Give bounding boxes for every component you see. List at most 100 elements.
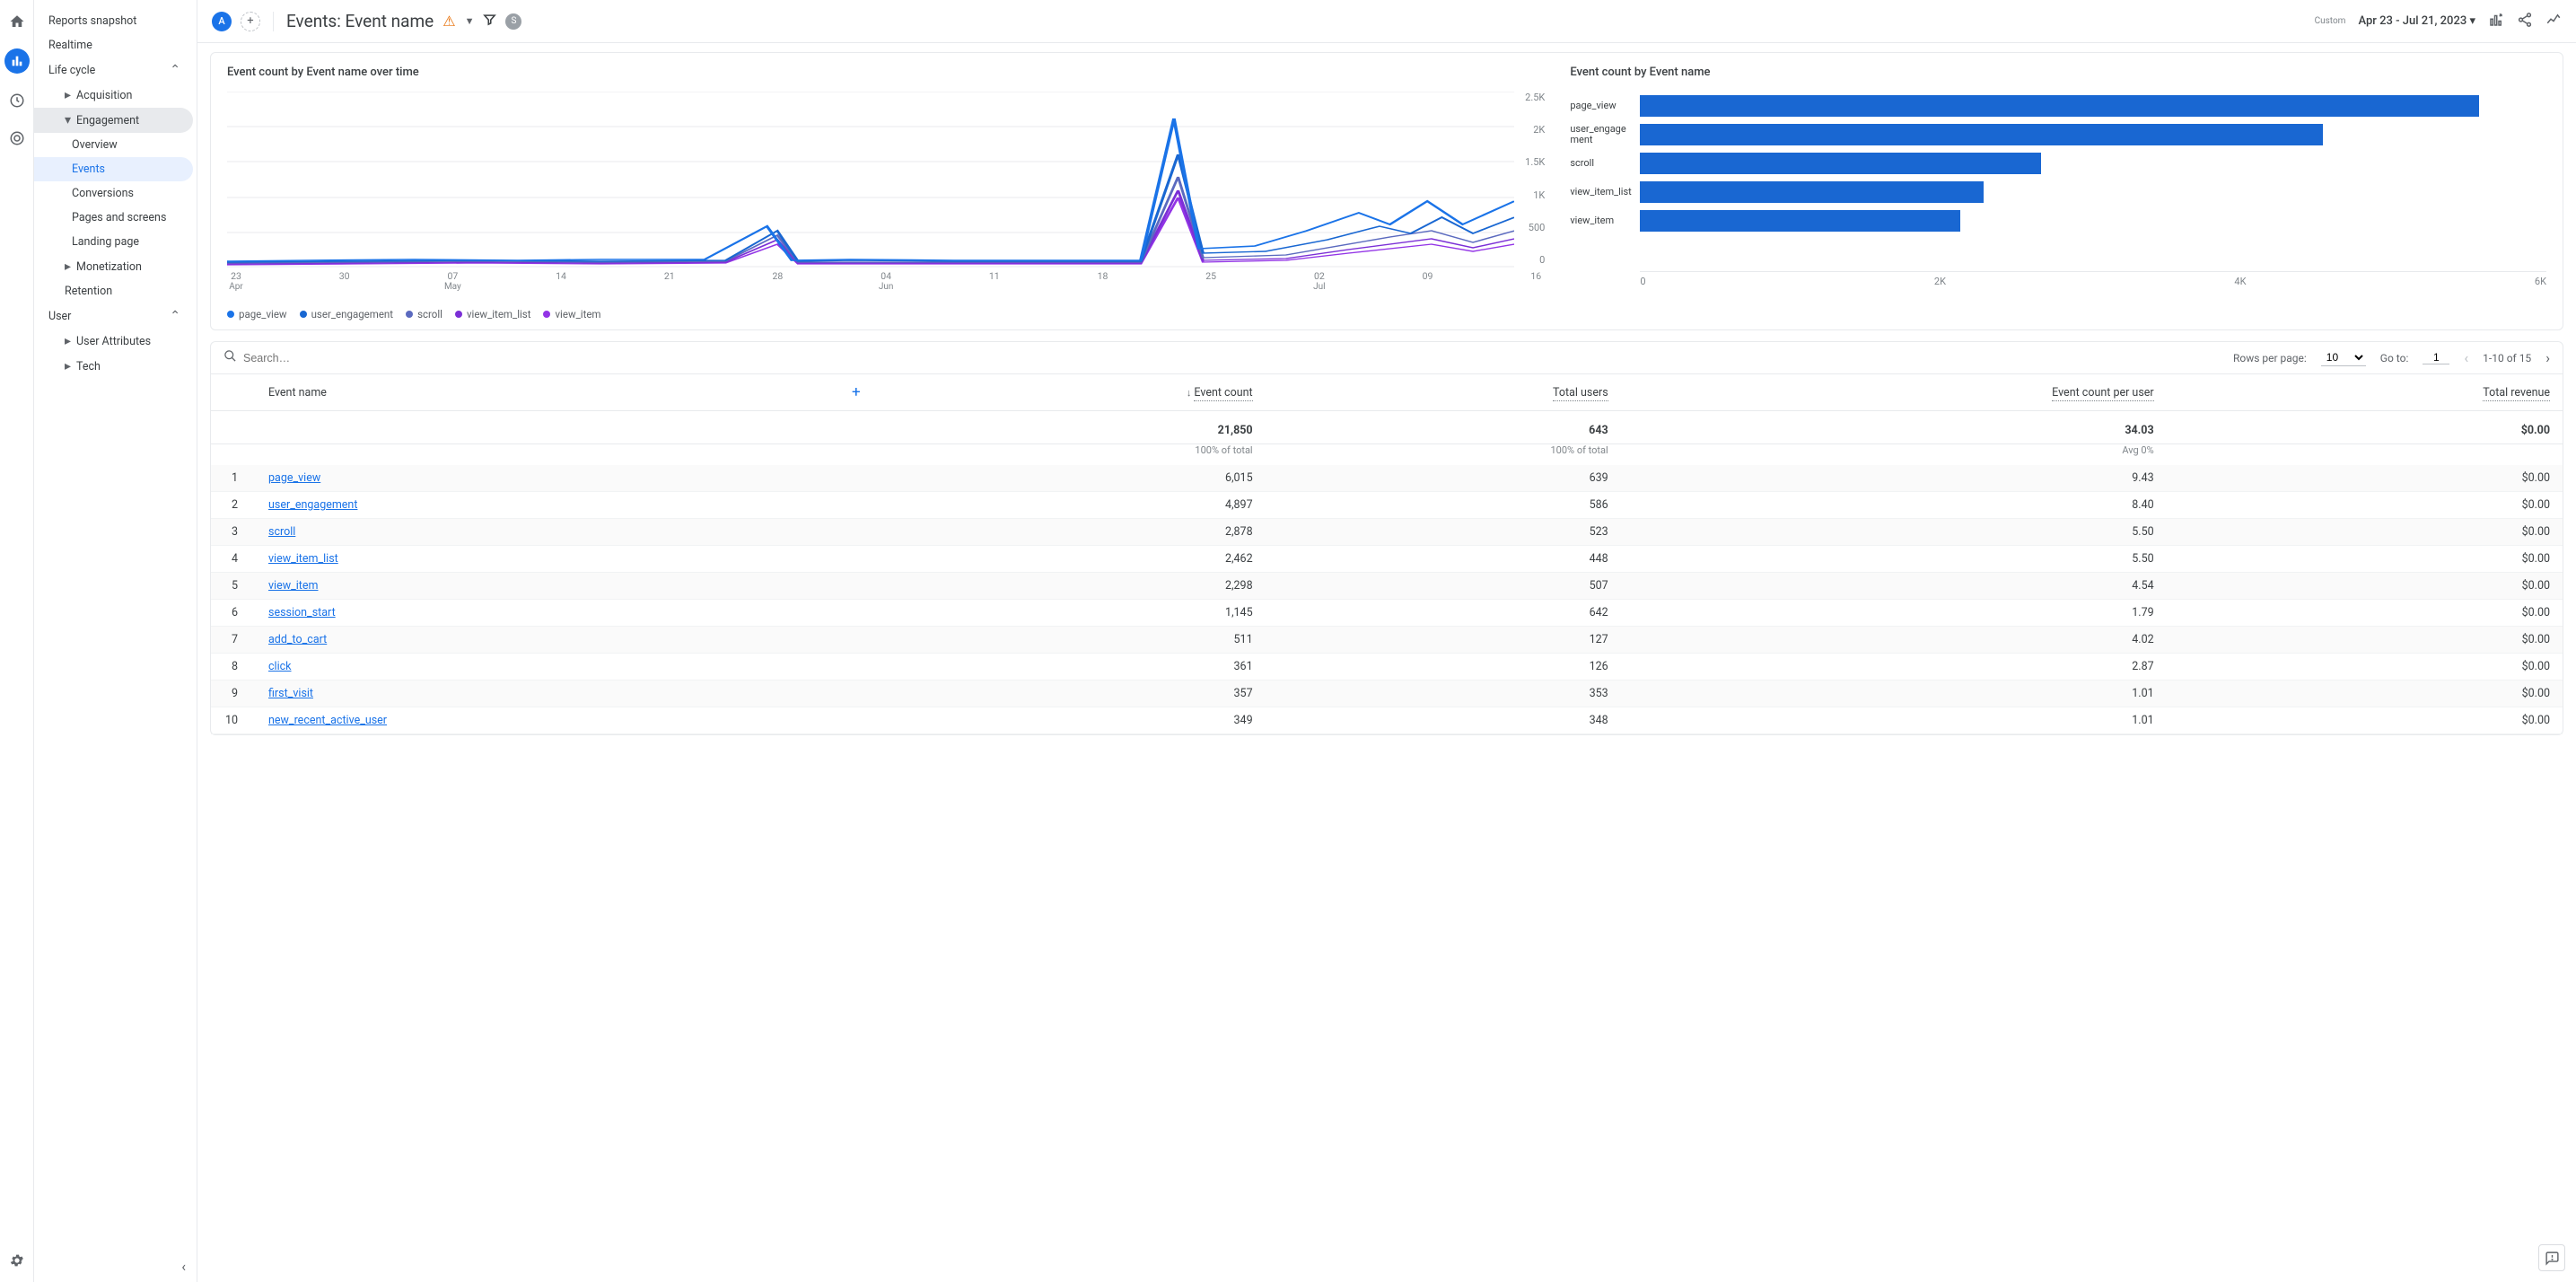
bar-chart-title: Event count by Event name <box>1570 66 2546 79</box>
next-page-button[interactable]: › <box>2545 349 2550 366</box>
sidebar-item-landing-page[interactable]: Landing page <box>34 230 193 254</box>
table-controls: Rows per page: 10 Go to: ‹ 1-10 of 15 › <box>211 342 2563 373</box>
sidebar: Reports snapshotRealtimeLife cycle⌃▸Acqu… <box>34 0 197 1282</box>
line-chart-x-axis: 23300714212804111825020916 <box>227 268 1545 282</box>
legend-item[interactable]: page_view <box>227 308 287 320</box>
advertising-icon[interactable] <box>6 127 28 149</box>
line-chart-legend: page_view user_engagement scroll view_item_… <box>227 308 1545 320</box>
table-row: 5view_item2,2985074.54$0.00 <box>211 573 2563 600</box>
bar-row[interactable]: page_view <box>1570 92 2546 120</box>
bar-row[interactable]: user_engagement <box>1570 120 2546 149</box>
sidebar-item-life-cycle[interactable]: Life cycle⌃ <box>34 57 193 83</box>
bar-chart-x-axis: 02K4K6K <box>1640 271 2546 287</box>
event-link[interactable]: view_item_list <box>268 552 338 566</box>
table-row: 2user_engagement4,8975868.40$0.00 <box>211 492 2563 519</box>
sidebar-item-overview[interactable]: Overview <box>34 133 193 157</box>
search-icon <box>223 349 237 366</box>
table-row: 4view_item_list2,4624485.50$0.00 <box>211 546 2563 573</box>
event-link[interactable]: new_recent_active_user <box>268 714 387 727</box>
icon-rail <box>0 0 34 1282</box>
line-chart-y-axis: 2.5K 2K 1.5K 1K 500 0 <box>1514 92 1545 268</box>
add-comparison-button[interactable]: + <box>241 12 260 31</box>
page-range-label: 1-10 of 15 <box>2483 352 2531 364</box>
bar-row[interactable]: view_item_list <box>1570 178 2546 206</box>
insights-icon[interactable] <box>2545 12 2562 31</box>
legend-item[interactable]: scroll <box>406 308 442 320</box>
main-content: A + Events: Event name ⚠ ▼ S Custom Apr … <box>197 0 2576 1282</box>
reports-icon[interactable] <box>4 48 30 74</box>
sidebar-item-events[interactable]: Events <box>34 157 193 181</box>
gear-icon[interactable] <box>6 1250 28 1271</box>
table-row: 6session_start1,1456421.79$0.00 <box>211 600 2563 627</box>
table-row: 8click3611262.87$0.00 <box>211 654 2563 681</box>
charts-card: Event count by Event name over time <box>210 52 2563 330</box>
goto-label: Go to: <box>2380 352 2409 364</box>
legend-item[interactable]: user_engagement <box>300 308 393 320</box>
table-row: 7add_to_cart5111274.02$0.00 <box>211 627 2563 654</box>
warning-icon[interactable]: ⚠ <box>442 13 455 30</box>
sidebar-item-reports-snapshot[interactable]: Reports snapshot <box>34 9 193 33</box>
table-row: 3scroll2,8785235.50$0.00 <box>211 519 2563 546</box>
search-input[interactable] <box>243 352 423 364</box>
sidebar-item-monetization[interactable]: ▸Monetization <box>34 254 193 279</box>
sidebar-item-pages-and-screens[interactable]: Pages and screens <box>34 206 193 230</box>
page-header: A + Events: Event name ⚠ ▼ S Custom Apr … <box>197 0 2576 43</box>
home-icon[interactable] <box>6 11 28 32</box>
totals-row: 21,850 643 34.03 $0.00 <box>211 411 2563 444</box>
date-custom-label: Custom <box>2315 16 2346 26</box>
prev-page-button[interactable]: ‹ <box>2464 349 2468 366</box>
bar-chart-container: Event count by Event name page_viewuser_… <box>1570 66 2546 320</box>
legend-item[interactable]: view_item_list <box>455 308 531 320</box>
feedback-button[interactable] <box>2538 1244 2565 1271</box>
sidebar-item-engagement[interactable]: ▾Engagement <box>34 108 193 133</box>
divider <box>273 12 274 31</box>
page-title: Events: Event name <box>286 11 434 31</box>
col-total-users[interactable]: Total users <box>1266 374 1621 411</box>
title-dropdown-icon[interactable]: ▼ <box>465 15 475 27</box>
bar-row[interactable]: scroll <box>1570 149 2546 178</box>
line-chart[interactable] <box>227 92 1514 268</box>
sidebar-item-acquisition[interactable]: ▸Acquisition <box>34 83 193 108</box>
share-icon[interactable] <box>2517 12 2533 31</box>
edit-comparisons-icon[interactable] <box>2488 12 2504 31</box>
totals-sub-row: 100% of total 100% of total Avg 0% <box>211 444 2563 466</box>
event-link[interactable]: first_visit <box>268 687 313 700</box>
collapse-sidebar-icon[interactable]: ‹ <box>181 1258 186 1275</box>
table-row: 1page_view6,0156399.43$0.00 <box>211 465 2563 492</box>
col-event-count[interactable]: ↓Event count <box>873 374 1266 411</box>
sidebar-item-retention[interactable]: Retention <box>34 279 193 303</box>
sort-desc-icon: ↓ <box>1187 387 1192 399</box>
sidebar-item-conversions[interactable]: Conversions <box>34 181 193 206</box>
event-link[interactable]: user_engagement <box>268 498 357 512</box>
sidebar-item-tech[interactable]: ▸Tech <box>34 354 193 379</box>
col-event-name[interactable]: Event name+ <box>256 374 873 411</box>
filter-icon[interactable] <box>483 13 496 30</box>
sampling-chip[interactable]: S <box>505 13 521 30</box>
legend-item[interactable]: view_item <box>543 308 600 320</box>
date-range-picker[interactable]: Apr 23 - Jul 21, 2023 ▾ <box>2358 14 2475 28</box>
table-row: 10new_recent_active_user3493481.01$0.00 <box>211 707 2563 734</box>
rows-per-page-select[interactable]: 10 <box>2321 349 2366 366</box>
event-link[interactable]: session_start <box>268 606 336 619</box>
event-link[interactable]: add_to_cart <box>268 633 327 646</box>
add-dimension-button[interactable]: + <box>852 383 861 401</box>
event-link[interactable]: scroll <box>268 525 295 539</box>
event-link[interactable]: view_item <box>268 579 318 593</box>
bar-row[interactable]: view_item <box>1570 206 2546 235</box>
rows-per-page-label: Rows per page: <box>2233 352 2307 364</box>
col-per-user[interactable]: Event count per user <box>1621 374 2167 411</box>
event-link[interactable]: page_view <box>268 471 320 485</box>
line-chart-container: Event count by Event name over time <box>227 66 1545 320</box>
goto-input[interactable] <box>2423 351 2449 364</box>
table-card: Rows per page: 10 Go to: ‹ 1-10 of 15 › <box>210 341 2563 735</box>
sidebar-item-realtime[interactable]: Realtime <box>34 33 193 57</box>
sidebar-item-user[interactable]: User⌃ <box>34 303 193 329</box>
table-row: 9first_visit3573531.01$0.00 <box>211 681 2563 707</box>
explore-icon[interactable] <box>6 90 28 111</box>
sidebar-item-user-attributes[interactable]: ▸User Attributes <box>34 329 193 354</box>
col-revenue[interactable]: Total revenue <box>2167 374 2563 411</box>
segment-chip-all[interactable]: A <box>212 12 232 31</box>
event-link[interactable]: click <box>268 660 292 673</box>
bar-chart[interactable]: page_viewuser_engagementscrollview_item_… <box>1570 92 2546 268</box>
line-chart-title: Event count by Event name over time <box>227 66 1545 79</box>
